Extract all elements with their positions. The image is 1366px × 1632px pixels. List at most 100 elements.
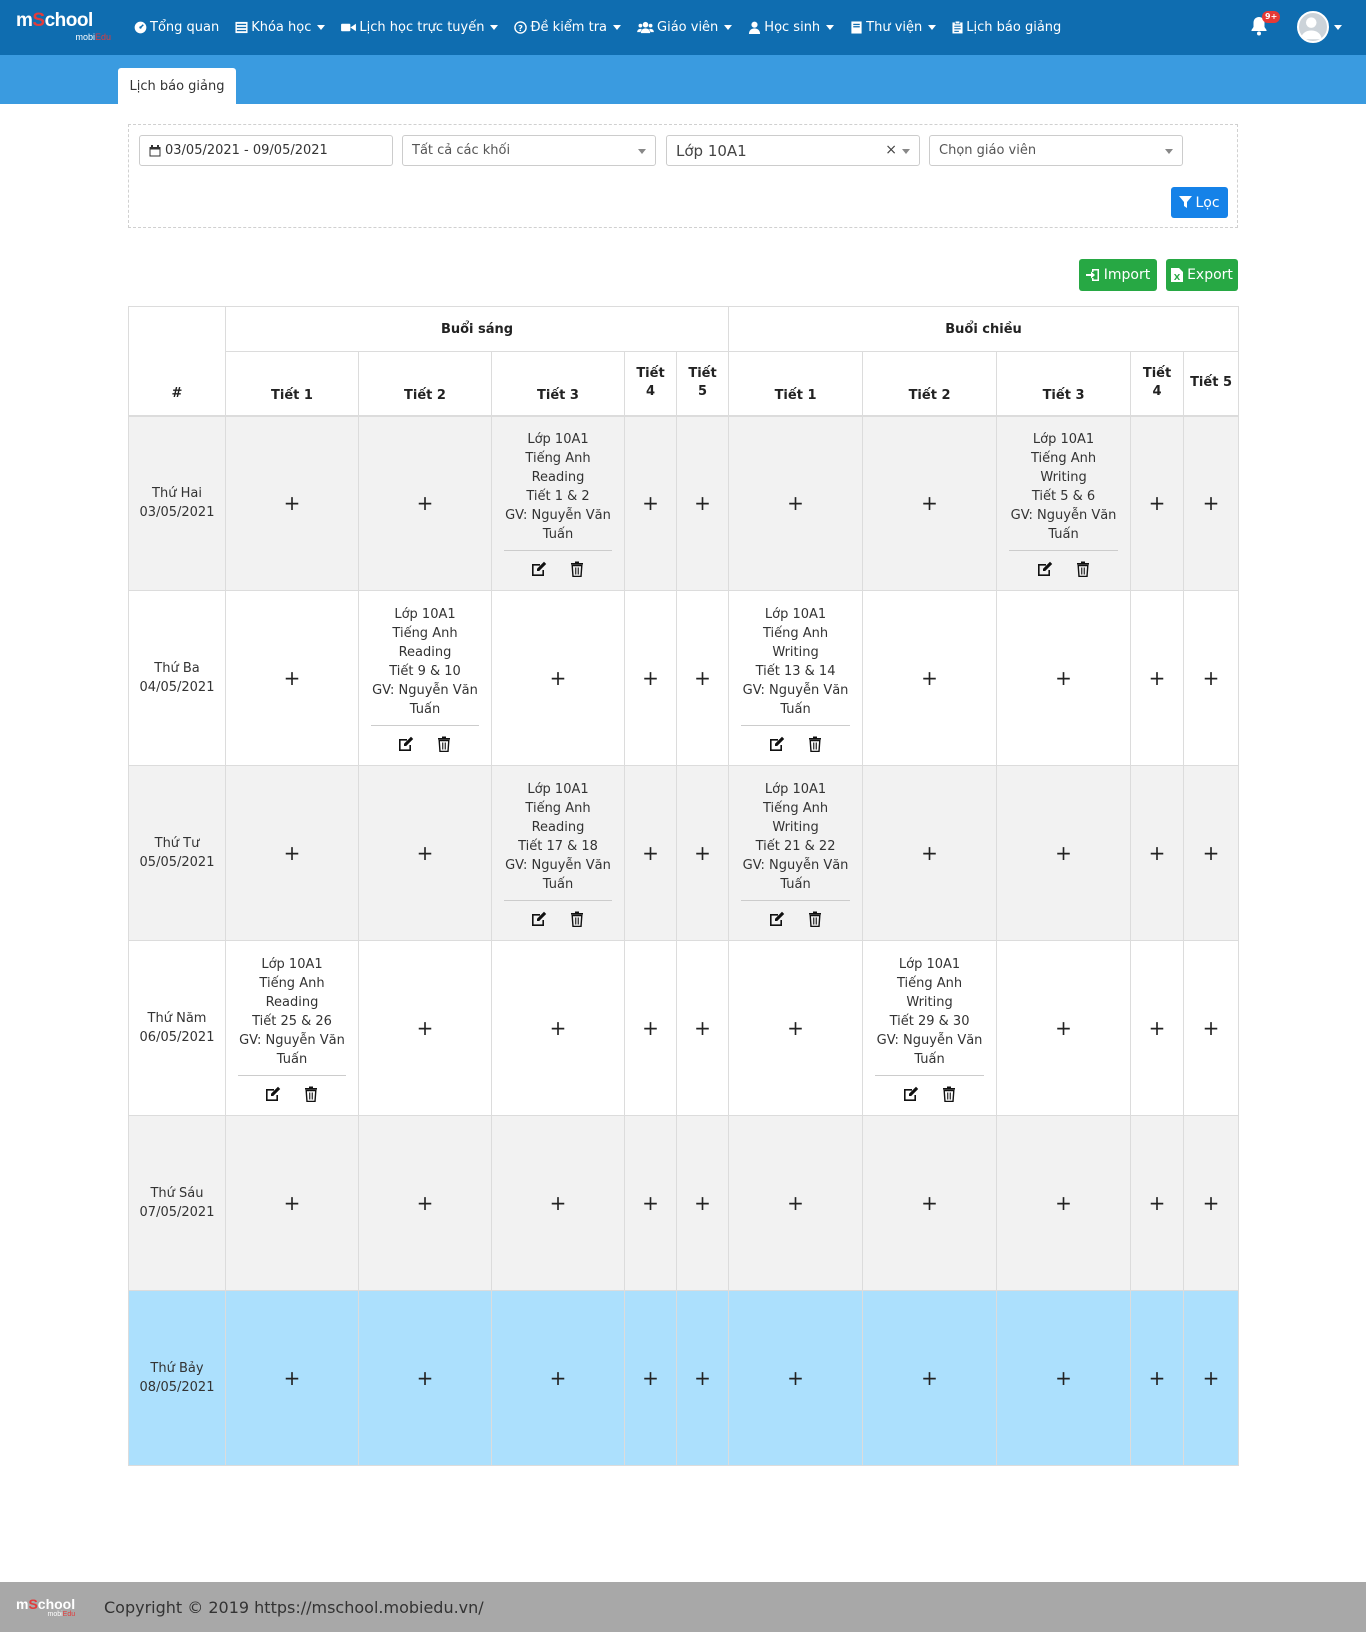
add-lesson-button[interactable]: + <box>550 1366 567 1390</box>
nav-item-7[interactable]: Lịch báo giảng <box>952 20 1061 35</box>
lesson-actions <box>504 550 612 580</box>
day-name: Thứ Ba <box>154 661 200 676</box>
clear-icon[interactable]: × <box>885 142 897 158</box>
add-lesson-button[interactable]: + <box>787 491 804 515</box>
lesson-card[interactable]: Lớp 10A1 Tiếng Anh Writing Tiết 21 & 22 GV: … <box>729 776 862 894</box>
add-lesson-button[interactable]: + <box>787 1016 804 1040</box>
period-cell: + <box>996 765 1132 941</box>
nav-item-2[interactable]: Lịch học trực tuyến <box>341 20 499 35</box>
add-lesson-button[interactable]: + <box>417 841 434 865</box>
add-lesson-button[interactable]: + <box>787 1191 804 1215</box>
add-lesson-button[interactable]: + <box>1149 1016 1166 1040</box>
add-lesson-button[interactable]: + <box>694 666 711 690</box>
trash-icon[interactable] <box>941 1086 957 1102</box>
add-lesson-button[interactable]: + <box>694 1191 711 1215</box>
edit-icon[interactable] <box>265 1086 281 1102</box>
add-lesson-button[interactable]: + <box>921 491 938 515</box>
nav-item-6[interactable]: Thư viện <box>850 20 937 35</box>
edit-icon[interactable] <box>398 736 414 752</box>
add-lesson-button[interactable]: + <box>417 1366 434 1390</box>
lesson-card[interactable]: Lớp 10A1 Tiếng Anh Writing Tiết 29 & 30 GV: … <box>863 951 996 1069</box>
add-lesson-button[interactable]: + <box>284 1366 301 1390</box>
add-lesson-button[interactable]: + <box>1203 1191 1220 1215</box>
add-lesson-button[interactable]: + <box>1203 1366 1220 1390</box>
add-lesson-button[interactable]: + <box>1149 666 1166 690</box>
edit-icon[interactable] <box>531 561 547 577</box>
trash-icon[interactable] <box>807 911 823 927</box>
add-lesson-button[interactable]: + <box>1203 491 1220 515</box>
trash-icon[interactable] <box>569 911 585 927</box>
lesson-card[interactable]: Lớp 10A1 Tiếng Anh Writing Tiết 13 & 14 GV: … <box>729 601 862 719</box>
avatar[interactable] <box>1297 11 1329 43</box>
tab-lich-bao-giang[interactable]: Lịch báo giảng <box>118 68 236 104</box>
add-lesson-button[interactable]: + <box>1055 1366 1072 1390</box>
add-lesson-button[interactable]: + <box>921 1191 938 1215</box>
edit-icon[interactable] <box>769 911 785 927</box>
add-lesson-button[interactable]: + <box>694 491 711 515</box>
lesson-card[interactable]: Lớp 10A1 Tiếng Anh Reading Tiết 25 & 26 GV: … <box>226 951 358 1069</box>
add-lesson-button[interactable]: + <box>1055 1191 1072 1215</box>
add-lesson-button[interactable]: + <box>1055 1016 1072 1040</box>
trash-icon[interactable] <box>569 561 585 577</box>
add-lesson-button[interactable]: + <box>284 491 301 515</box>
trash-icon[interactable] <box>436 736 452 752</box>
add-lesson-button[interactable]: + <box>550 1016 567 1040</box>
add-lesson-button[interactable]: + <box>1149 1191 1166 1215</box>
add-lesson-button[interactable]: + <box>1203 1016 1220 1040</box>
nav-item-0[interactable]: Tổng quan <box>134 20 219 35</box>
trash-icon[interactable] <box>1075 561 1091 577</box>
class-select[interactable]: Lớp 10A1 × <box>666 135 920 166</box>
add-lesson-button[interactable]: + <box>1149 491 1166 515</box>
filter-button[interactable]: Lọc <box>1171 187 1228 218</box>
add-lesson-button[interactable]: + <box>642 841 659 865</box>
lesson-card[interactable]: Lớp 10A1 Tiếng Anh Reading Tiết 9 & 10 GV: N… <box>359 601 491 719</box>
add-lesson-button[interactable]: + <box>694 1366 711 1390</box>
add-lesson-button[interactable]: + <box>417 1016 434 1040</box>
edit-icon[interactable] <box>769 736 785 752</box>
teacher-select[interactable]: Chọn giáo viên <box>929 135 1183 166</box>
chevron-down-icon[interactable] <box>1334 25 1342 30</box>
add-lesson-button[interactable]: + <box>284 1191 301 1215</box>
import-button[interactable]: Import <box>1079 259 1157 291</box>
nav-item-3[interactable]: ? Đề kiểm tra <box>514 20 622 35</box>
add-lesson-button[interactable]: + <box>1055 841 1072 865</box>
edit-icon[interactable] <box>531 911 547 927</box>
export-button[interactable]: Export <box>1166 259 1238 291</box>
edit-icon[interactable] <box>1037 561 1053 577</box>
nav-item-4[interactable]: Giáo viên <box>637 20 733 35</box>
add-lesson-button[interactable]: + <box>1149 1366 1166 1390</box>
add-lesson-button[interactable]: + <box>642 1191 659 1215</box>
grade-select[interactable]: Tất cả các khối <box>402 135 656 166</box>
add-lesson-button[interactable]: + <box>417 1191 434 1215</box>
add-lesson-button[interactable]: + <box>694 1016 711 1040</box>
add-lesson-button[interactable]: + <box>550 666 567 690</box>
lesson-periods: Tiết 17 & 18 <box>518 839 598 854</box>
nav-item-1[interactable]: Khóa học <box>235 20 326 35</box>
add-lesson-button[interactable]: + <box>642 1016 659 1040</box>
edit-icon[interactable] <box>903 1086 919 1102</box>
add-lesson-button[interactable]: + <box>1055 666 1072 690</box>
add-lesson-button[interactable]: + <box>1203 841 1220 865</box>
trash-icon[interactable] <box>303 1086 319 1102</box>
add-lesson-button[interactable]: + <box>1203 666 1220 690</box>
add-lesson-button[interactable]: + <box>921 841 938 865</box>
lesson-card[interactable]: Lớp 10A1 Tiếng Anh Reading Tiết 1 & 2 GV: Ng… <box>492 426 624 544</box>
trash-icon[interactable] <box>807 736 823 752</box>
brand-logo[interactable]: mSchool mobiEdu <box>16 11 111 42</box>
add-lesson-button[interactable]: + <box>1149 841 1166 865</box>
add-lesson-button[interactable]: + <box>550 1191 567 1215</box>
date-range-input[interactable]: 03/05/2021 - 09/05/2021 <box>139 135 393 166</box>
add-lesson-button[interactable]: + <box>284 666 301 690</box>
lesson-card[interactable]: Lớp 10A1 Tiếng Anh Reading Tiết 17 & 18 GV: … <box>492 776 624 894</box>
add-lesson-button[interactable]: + <box>642 1366 659 1390</box>
add-lesson-button[interactable]: + <box>642 491 659 515</box>
add-lesson-button[interactable]: + <box>284 841 301 865</box>
add-lesson-button[interactable]: + <box>921 1366 938 1390</box>
add-lesson-button[interactable]: + <box>787 1366 804 1390</box>
lesson-card[interactable]: Lớp 10A1 Tiếng Anh Writing Tiết 5 & 6 GV: Ng… <box>997 426 1130 544</box>
nav-item-5[interactable]: Học sinh <box>748 20 835 35</box>
add-lesson-button[interactable]: + <box>642 666 659 690</box>
add-lesson-button[interactable]: + <box>417 491 434 515</box>
add-lesson-button[interactable]: + <box>694 841 711 865</box>
add-lesson-button[interactable]: + <box>921 666 938 690</box>
